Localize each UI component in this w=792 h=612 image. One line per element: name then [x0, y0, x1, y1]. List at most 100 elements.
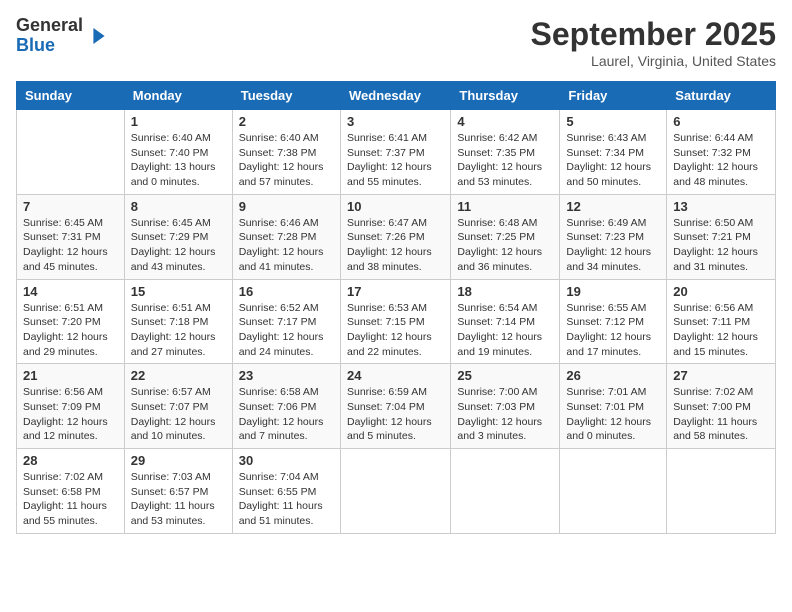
day-number: 7	[23, 199, 118, 214]
day-info: Sunrise: 7:02 AM Sunset: 7:00 PM Dayligh…	[673, 385, 769, 444]
calendar-week-2: 7 Sunrise: 6:45 AM Sunset: 7:31 PM Daylig…	[17, 194, 776, 279]
day-info: Sunrise: 6:47 AM Sunset: 7:26 PM Dayligh…	[347, 216, 444, 275]
day-info: Sunrise: 6:51 AM Sunset: 7:18 PM Dayligh…	[131, 301, 226, 360]
calendar-header-saturday: Saturday	[667, 82, 776, 110]
day-info: Sunrise: 6:53 AM Sunset: 7:15 PM Dayligh…	[347, 301, 444, 360]
logo: General Blue	[16, 16, 111, 56]
calendar-cell: 24Sunrise: 6:59 AM Sunset: 7:04 PM Dayli…	[340, 364, 450, 449]
day-number: 13	[673, 199, 769, 214]
calendar-cell: 25 Sunrise: 7:00 AM Sunset: 7:03 PM Dayli…	[451, 364, 560, 449]
day-info: Sunrise: 7:02 AM Sunset: 6:58 PM Dayligh…	[23, 470, 118, 529]
calendar-header-tuesday: Tuesday	[232, 82, 340, 110]
day-info: Sunrise: 6:49 AM Sunset: 7:23 PM Dayligh…	[566, 216, 660, 275]
calendar-cell: 27 Sunrise: 7:02 AM Sunset: 7:00 PM Dayli…	[667, 364, 776, 449]
logo-text: General Blue	[16, 16, 83, 56]
calendar-cell: 20Sunrise: 6:56 AM Sunset: 7:11 PM Dayli…	[667, 279, 776, 364]
day-info: Sunrise: 7:00 AM Sunset: 7:03 PM Dayligh…	[457, 385, 553, 444]
calendar-cell	[340, 449, 450, 534]
day-number: 14	[23, 284, 118, 299]
day-number: 21	[23, 368, 118, 383]
calendar-cell: 13 Sunrise: 6:50 AM Sunset: 7:21 PM Dayli…	[667, 194, 776, 279]
day-number: 2	[239, 114, 334, 129]
calendar-cell: 11 Sunrise: 6:48 AM Sunset: 7:25 PM Dayli…	[451, 194, 560, 279]
day-number: 24	[347, 368, 444, 383]
calendar-header-thursday: Thursday	[451, 82, 560, 110]
logo-blue: Blue	[16, 36, 83, 56]
day-number: 4	[457, 114, 553, 129]
day-number: 27	[673, 368, 769, 383]
day-number: 18	[457, 284, 553, 299]
day-info: Sunrise: 6:55 AM Sunset: 7:12 PM Dayligh…	[566, 301, 660, 360]
calendar-header-row: SundayMondayTuesdayWednesdayThursdayFrid…	[17, 82, 776, 110]
calendar-header-monday: Monday	[124, 82, 232, 110]
calendar-cell: 14 Sunrise: 6:51 AM Sunset: 7:20 PM Dayli…	[17, 279, 125, 364]
day-number: 23	[239, 368, 334, 383]
day-info: Sunrise: 6:50 AM Sunset: 7:21 PM Dayligh…	[673, 216, 769, 275]
calendar-table: SundayMondayTuesdayWednesdayThursdayFrid…	[16, 81, 776, 534]
logo-arrow-icon	[87, 24, 111, 48]
day-info: Sunrise: 7:01 AM Sunset: 7:01 PM Dayligh…	[566, 385, 660, 444]
calendar-cell: 18 Sunrise: 6:54 AM Sunset: 7:14 PM Dayli…	[451, 279, 560, 364]
day-number: 19	[566, 284, 660, 299]
day-info: Sunrise: 6:52 AM Sunset: 7:17 PM Dayligh…	[239, 301, 334, 360]
calendar-header-sunday: Sunday	[17, 82, 125, 110]
day-info: Sunrise: 6:43 AM Sunset: 7:34 PM Dayligh…	[566, 131, 660, 190]
calendar-week-4: 21 Sunrise: 6:56 AM Sunset: 7:09 PM Dayli…	[17, 364, 776, 449]
location: Laurel, Virginia, United States	[531, 53, 776, 69]
calendar-cell: 28 Sunrise: 7:02 AM Sunset: 6:58 PM Dayli…	[17, 449, 125, 534]
calendar-cell: 3Sunrise: 6:41 AM Sunset: 7:37 PM Daylig…	[340, 110, 450, 195]
calendar-cell: 15 Sunrise: 6:51 AM Sunset: 7:18 PM Dayli…	[124, 279, 232, 364]
calendar-cell: 29Sunrise: 7:03 AM Sunset: 6:57 PM Dayli…	[124, 449, 232, 534]
calendar-cell: 4Sunrise: 6:42 AM Sunset: 7:35 PM Daylig…	[451, 110, 560, 195]
day-number: 22	[131, 368, 226, 383]
page-header: General Blue September 2025 Laurel, Virg…	[16, 16, 776, 69]
day-number: 5	[566, 114, 660, 129]
day-number: 17	[347, 284, 444, 299]
day-number: 3	[347, 114, 444, 129]
day-info: Sunrise: 6:45 AM Sunset: 7:31 PM Dayligh…	[23, 216, 118, 275]
day-number: 12	[566, 199, 660, 214]
calendar-cell: 30Sunrise: 7:04 AM Sunset: 6:55 PM Dayli…	[232, 449, 340, 534]
day-number: 8	[131, 199, 226, 214]
month-title: September 2025	[531, 16, 776, 53]
day-number: 28	[23, 453, 118, 468]
calendar-cell: 16 Sunrise: 6:52 AM Sunset: 7:17 PM Dayli…	[232, 279, 340, 364]
calendar-week-3: 14 Sunrise: 6:51 AM Sunset: 7:20 PM Dayli…	[17, 279, 776, 364]
day-number: 25	[457, 368, 553, 383]
calendar-cell: 19 Sunrise: 6:55 AM Sunset: 7:12 PM Dayli…	[560, 279, 667, 364]
day-number: 11	[457, 199, 553, 214]
day-number: 9	[239, 199, 334, 214]
calendar-cell: 12 Sunrise: 6:49 AM Sunset: 7:23 PM Dayli…	[560, 194, 667, 279]
day-number: 6	[673, 114, 769, 129]
calendar-cell: 23 Sunrise: 6:58 AM Sunset: 7:06 PM Dayli…	[232, 364, 340, 449]
day-info: Sunrise: 6:40 AM Sunset: 7:40 PM Dayligh…	[131, 131, 226, 190]
day-info: Sunrise: 6:51 AM Sunset: 7:20 PM Dayligh…	[23, 301, 118, 360]
day-number: 16	[239, 284, 334, 299]
day-number: 26	[566, 368, 660, 383]
calendar-cell: 6Sunrise: 6:44 AM Sunset: 7:32 PM Daylig…	[667, 110, 776, 195]
calendar-cell: 5 Sunrise: 6:43 AM Sunset: 7:34 PM Daylig…	[560, 110, 667, 195]
calendar-cell: 2 Sunrise: 6:40 AM Sunset: 7:38 PM Daylig…	[232, 110, 340, 195]
calendar-cell: 22 Sunrise: 6:57 AM Sunset: 7:07 PM Dayli…	[124, 364, 232, 449]
calendar-cell	[667, 449, 776, 534]
day-info: Sunrise: 6:58 AM Sunset: 7:06 PM Dayligh…	[239, 385, 334, 444]
day-number: 20	[673, 284, 769, 299]
calendar-cell: 1Sunrise: 6:40 AM Sunset: 7:40 PM Daylig…	[124, 110, 232, 195]
day-number: 15	[131, 284, 226, 299]
day-number: 29	[131, 453, 226, 468]
calendar-cell: 17 Sunrise: 6:53 AM Sunset: 7:15 PM Dayli…	[340, 279, 450, 364]
calendar-cell	[560, 449, 667, 534]
day-info: Sunrise: 6:56 AM Sunset: 7:09 PM Dayligh…	[23, 385, 118, 444]
day-info: Sunrise: 6:54 AM Sunset: 7:14 PM Dayligh…	[457, 301, 553, 360]
calendar-cell: 21 Sunrise: 6:56 AM Sunset: 7:09 PM Dayli…	[17, 364, 125, 449]
calendar-cell	[17, 110, 125, 195]
calendar-cell: 8Sunrise: 6:45 AM Sunset: 7:29 PM Daylig…	[124, 194, 232, 279]
day-info: Sunrise: 6:40 AM Sunset: 7:38 PM Dayligh…	[239, 131, 334, 190]
day-number: 10	[347, 199, 444, 214]
calendar-cell: 26 Sunrise: 7:01 AM Sunset: 7:01 PM Dayli…	[560, 364, 667, 449]
day-info: Sunrise: 6:46 AM Sunset: 7:28 PM Dayligh…	[239, 216, 334, 275]
day-info: Sunrise: 6:57 AM Sunset: 7:07 PM Dayligh…	[131, 385, 226, 444]
day-info: Sunrise: 6:48 AM Sunset: 7:25 PM Dayligh…	[457, 216, 553, 275]
calendar-cell	[451, 449, 560, 534]
title-block: September 2025 Laurel, Virginia, United …	[531, 16, 776, 69]
